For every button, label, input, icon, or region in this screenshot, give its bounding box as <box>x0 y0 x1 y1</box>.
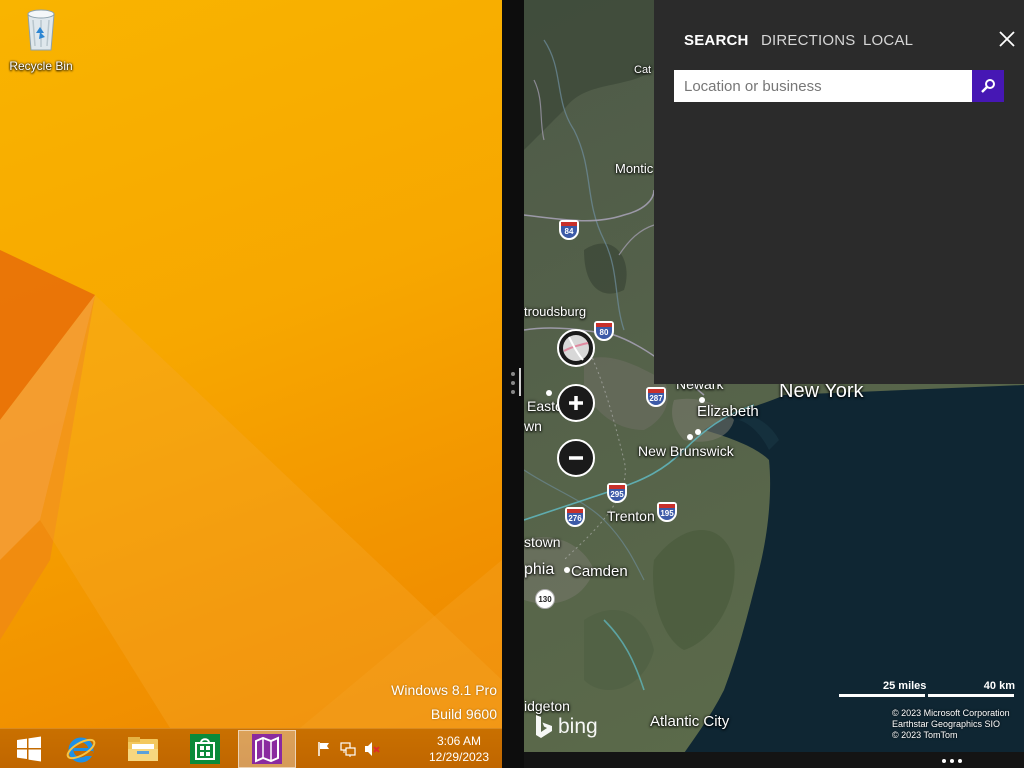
map-label-camden: Camden <box>571 563 628 580</box>
desktop: Recycle Bin Windows 8.1 Pro Build 9600 <box>0 0 502 728</box>
shield-i84-label: 84 <box>564 227 574 236</box>
shield-i195: 195 <box>657 502 677 522</box>
taskbar: 3:06 AM 12/29/2023 <box>0 728 502 768</box>
shield-route130-label: 130 <box>538 594 552 604</box>
search-input[interactable] <box>674 70 972 102</box>
recycle-bin-label: Recycle Bin <box>9 59 73 73</box>
map-label-monticello: Montic <box>615 161 654 176</box>
bing-wordmark: bing <box>558 715 598 738</box>
map-label-cat: Cat <box>634 64 652 76</box>
maps-icon <box>252 734 282 764</box>
copyright-tomtom: © 2023 TomTom <box>892 730 958 740</box>
zoom-in-button[interactable] <box>557 384 595 422</box>
copyright-earthstar: Earthstar Geographics SIO <box>892 719 1001 729</box>
search-panel: SEARCH DIRECTIONS LOCAL <box>654 0 1024 384</box>
recycle-bin-icon <box>27 9 55 51</box>
map-copyright: © 2023 Microsoft Corporation Earthstar G… <box>892 708 1010 741</box>
search-button[interactable] <box>972 70 1004 102</box>
network-icon[interactable] <box>340 741 356 757</box>
shield-i195-label: 195 <box>660 509 674 518</box>
tab-directions[interactable]: DIRECTIONS <box>761 32 856 49</box>
map-label-philadelphia: phia <box>524 561 555 578</box>
splitter-handle[interactable] <box>519 368 521 396</box>
more-dot <box>958 759 962 763</box>
scale-bar-km <box>928 694 1014 697</box>
scale-km: 40 km <box>983 680 1015 692</box>
watermark-build: Build 9600 <box>430 706 497 722</box>
more-dot <box>950 759 954 763</box>
shield-i287-label: 287 <box>649 394 663 403</box>
city-dot <box>564 567 570 573</box>
clock-date: 12/29/2023 <box>428 750 490 764</box>
maps-button[interactable] <box>238 730 296 768</box>
shield-i276: 276 <box>565 507 585 527</box>
volume-muted-icon[interactable] <box>364 741 380 757</box>
start-button[interactable] <box>0 730 58 768</box>
map-label-stown: stown <box>524 534 561 550</box>
watermark-edition: Windows 8.1 Pro <box>391 682 497 698</box>
copyright-microsoft: © 2023 Microsoft Corporation <box>892 708 1010 718</box>
shield-i295-label: 295 <box>610 490 624 499</box>
app-bar-hint[interactable] <box>524 752 1024 768</box>
system-clock[interactable]: 3:06 AM 12/29/2023 <box>418 733 500 765</box>
plus-icon <box>569 396 583 410</box>
shield-i80-label: 80 <box>599 328 609 337</box>
map-label-easton-suffix: wn <box>524 418 542 434</box>
city-dot <box>546 390 552 396</box>
map-label-atlantic-city: Atlantic City <box>650 713 730 730</box>
clock-time: 3:06 AM <box>436 734 482 748</box>
recycle-bin[interactable]: Recycle Bin <box>6 6 76 73</box>
minus-icon <box>569 456 583 460</box>
windows-watermark: Windows 8.1 Pro Build 9600 <box>391 678 497 726</box>
map-label-stroudsburg: troudsburg <box>524 304 587 319</box>
shield-i295: 295 <box>607 483 627 503</box>
scale-miles: 25 miles <box>883 680 927 692</box>
bing-b-icon <box>536 715 552 738</box>
scale-bar-miles <box>839 694 925 697</box>
map-label-trenton: Trenton <box>607 508 655 524</box>
splitter-grip-dot <box>511 372 515 376</box>
splitter-grip-dot <box>511 390 515 394</box>
internet-explorer-button[interactable] <box>52 730 110 768</box>
map-label-elizabeth: Elizabeth <box>697 403 759 420</box>
snap-splitter[interactable] <box>502 0 524 768</box>
shield-i287: 287 <box>646 387 666 407</box>
action-center-flag-icon[interactable] <box>316 741 332 757</box>
internet-explorer-icon <box>66 737 96 763</box>
zoom-out-button[interactable] <box>557 439 595 477</box>
tab-local[interactable]: LOCAL <box>863 32 913 49</box>
map-style-button[interactable] <box>557 329 595 367</box>
road-map-view-icon <box>563 335 589 361</box>
shield-route130: 130 <box>535 589 555 609</box>
file-explorer-button[interactable] <box>114 730 172 768</box>
shield-i80: 80 <box>594 321 614 341</box>
city-dot <box>699 397 705 403</box>
desktop-wallpaper <box>0 250 502 728</box>
map-label-new-brunswick: New Brunswick <box>638 443 734 459</box>
store-button[interactable] <box>176 730 234 768</box>
maps-app: Cat Montic troudsburg Newark New York El… <box>524 0 1024 768</box>
folder-icon <box>128 737 158 761</box>
shield-i84: 84 <box>559 220 579 240</box>
map-label-bridgeton: idgeton <box>524 698 570 714</box>
store-icon <box>190 734 220 764</box>
city-dot <box>687 434 693 440</box>
more-dot <box>942 759 946 763</box>
splitter-grip-dot <box>511 381 515 385</box>
windows-logo-icon <box>17 736 41 762</box>
close-icon[interactable] <box>998 30 1016 48</box>
city-dot <box>695 429 701 435</box>
shield-i276-label: 276 <box>568 514 582 523</box>
tab-search[interactable]: SEARCH <box>684 32 749 49</box>
bing-logo: bing <box>534 714 598 740</box>
search-icon <box>981 79 995 93</box>
